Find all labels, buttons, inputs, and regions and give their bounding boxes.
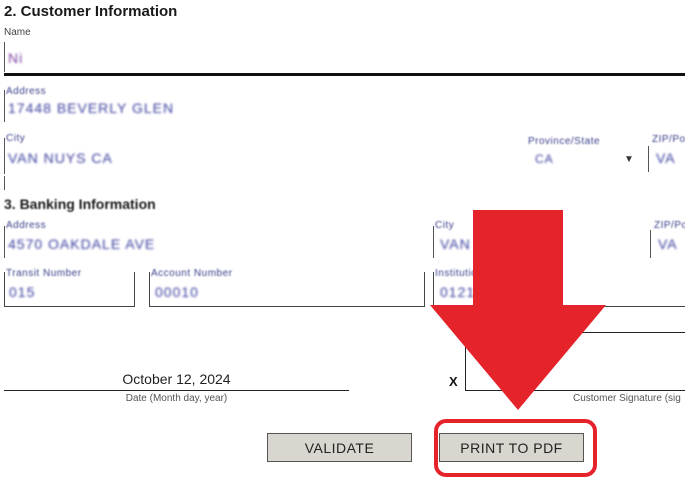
form-page: 2. Customer Information Name Ni Address … bbox=[0, 0, 685, 489]
red-arrow-down-icon bbox=[430, 210, 606, 410]
